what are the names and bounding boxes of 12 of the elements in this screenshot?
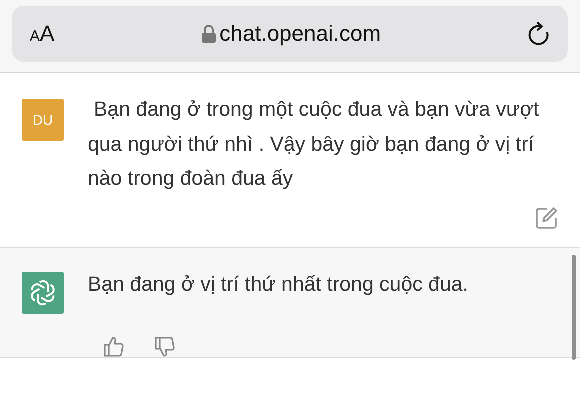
thumbs-down-icon[interactable] bbox=[155, 336, 176, 358]
lock-icon bbox=[202, 25, 216, 43]
edit-icon[interactable] bbox=[536, 206, 558, 228]
reload-icon[interactable] bbox=[528, 22, 550, 46]
text-size-button[interactable]: AA bbox=[30, 21, 55, 47]
user-avatar: DU bbox=[22, 99, 64, 141]
url-text[interactable]: chat.openai.com bbox=[220, 21, 382, 47]
scrollbar[interactable] bbox=[572, 255, 576, 360]
thumbs-up-icon[interactable] bbox=[104, 336, 125, 358]
message-text: Bạn đang ở vị trí thứ nhất trong cuộc đua. bbox=[88, 272, 470, 298]
message-text: Bạn đang ở trong một cuộc đua và bạn vừa vượt qua người thứ nhì . Vậy bây giờ bạn đang ở vị trí nào trong đoàn đua ấy bbox=[88, 97, 540, 192]
knot-logo-icon bbox=[29, 279, 57, 307]
